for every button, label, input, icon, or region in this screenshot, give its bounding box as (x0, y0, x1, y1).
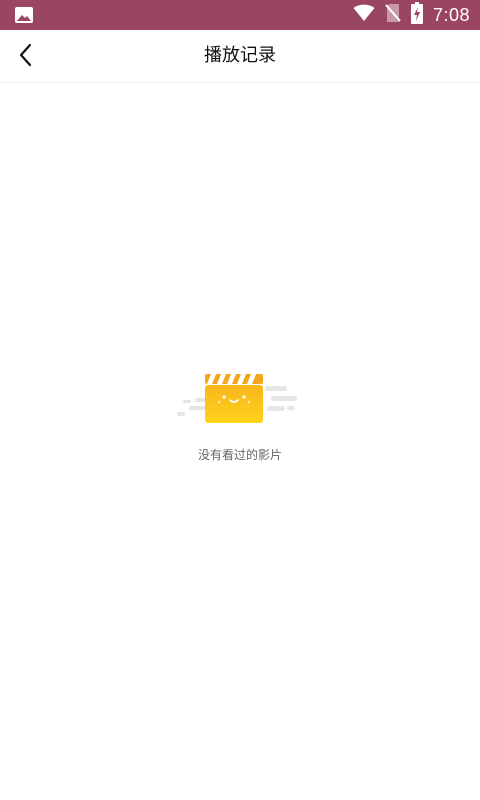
clapperboard-smile-icon (177, 374, 297, 423)
chevron-left-icon (19, 43, 32, 67)
no-sim-icon (385, 3, 401, 27)
image-icon (14, 6, 34, 24)
back-button[interactable] (12, 40, 38, 70)
status-bar: 7:08 (0, 0, 480, 30)
status-icons: 7:08 (353, 2, 470, 28)
page-title: 播放记录 (204, 45, 276, 66)
status-time: 7:08 (432, 4, 470, 25)
empty-message: 没有看过的影片 (197, 448, 282, 462)
app-bar: 播放记录 (0, 30, 480, 83)
wifi-icon (353, 4, 375, 26)
empty-state: 没有看过的影片 (0, 360, 480, 463)
battery-charging-icon (410, 2, 423, 28)
